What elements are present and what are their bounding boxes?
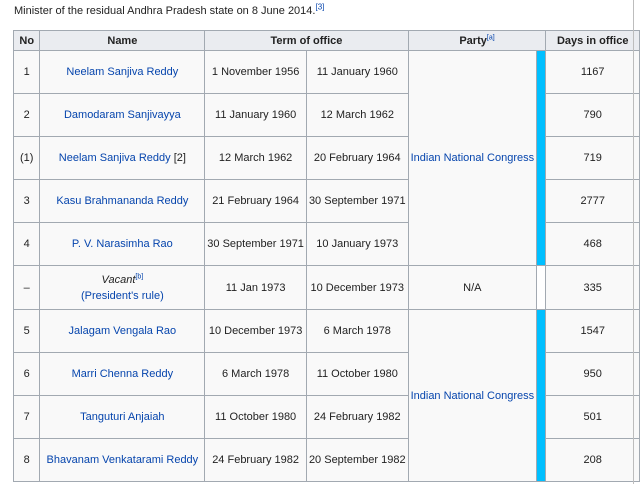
cell-name: Jalagam Vengala Rao: [39, 309, 206, 353]
cell-term-start: 1 November 1956: [204, 50, 307, 94]
table-row: 1 Neelam Sanjiva Reddy 1 November 1956 1…: [12, 50, 640, 266]
cell-no: –: [12, 265, 41, 310]
table-row: 4 P. V. Narasimha Rao 30 September 1971 …: [12, 222, 640, 266]
presidents-rule-link[interactable]: (President's rule): [81, 290, 164, 302]
table-row: (1) Neelam Sanjiva Reddy [2] 12 March 19…: [12, 136, 640, 180]
cell-no: 1: [12, 50, 41, 94]
cell-term-end: 20 September 1982: [305, 438, 409, 482]
cell-name: Vacant[b] (President's rule): [39, 265, 206, 310]
party-color-bar-na: [536, 265, 547, 310]
table-row: 3 Kasu Brahmananda Reddy 21 February 196…: [12, 179, 640, 223]
party-link-inc[interactable]: Indian National Congress: [411, 152, 535, 164]
vacant-label: Vacant[b]: [42, 272, 202, 288]
cell-days: 208: [545, 438, 640, 482]
table-row: 5 Jalagam Vengala Rao 10 December 1973 6…: [12, 309, 640, 482]
cell-term-start: 30 September 1971: [204, 222, 307, 266]
cell-days: 719: [545, 136, 640, 180]
cm-name-link[interactable]: Tanguturi Anjaiah: [80, 411, 164, 423]
intro-ref-link[interactable]: [3]: [315, 2, 324, 11]
table-row: 2 Damodaram Sanjivayya 11 January 1960 1…: [12, 93, 640, 137]
cell-term-end: 20 February 1964: [305, 136, 409, 180]
header-days: Days in office: [545, 30, 640, 51]
cell-name: Bhavanam Venkatarami Reddy: [39, 438, 206, 482]
cell-term-end: 11 October 1980: [305, 352, 409, 396]
cm-name-link[interactable]: Neelam Sanjiva Reddy: [66, 66, 178, 78]
cell-name: Damodaram Sanjivayya: [39, 93, 206, 137]
cm-name-link[interactable]: Kasu Brahmananda Reddy: [56, 195, 188, 207]
page: Minister of the residual Andhra Pradesh …: [0, 0, 640, 484]
header-party-label: Party: [459, 34, 487, 47]
cell-term-end: 10 December 1973: [305, 265, 409, 310]
chief-ministers-table: No Name Term of office Party[a] Days in …: [12, 30, 640, 482]
cell-name: P. V. Narasimha Rao: [39, 222, 206, 266]
party-note-ref-link[interactable]: [a]: [487, 34, 495, 41]
cell-days: 335: [545, 265, 640, 310]
cm-name-link[interactable]: P. V. Narasimha Rao: [72, 238, 173, 250]
cell-no: 4: [12, 222, 41, 266]
table-row: 6 Marri Chenna Reddy 6 March 1978 11 Oct…: [12, 352, 640, 396]
table-row: 7 Tanguturi Anjaiah 11 October 1980 24 F…: [12, 395, 640, 439]
cell-days: 2777: [545, 179, 640, 223]
cell-name: Neelam Sanjiva Reddy [2]: [39, 136, 206, 180]
cell-term-end: 30 September 1971: [305, 179, 409, 223]
cell-days: 1167: [545, 50, 640, 94]
cell-no: 3: [12, 179, 41, 223]
presidents-rule-label: (President's rule): [42, 288, 202, 304]
intro-text: Minister of the residual Andhra Pradesh …: [14, 2, 324, 18]
cell-term-start: 24 February 1982: [204, 438, 307, 482]
party-color-bar: [536, 50, 547, 266]
cell-no: 6: [12, 352, 41, 396]
cell-no: 5: [12, 309, 41, 353]
party-color-bar: [536, 309, 547, 482]
cell-days: 950: [545, 352, 640, 396]
cell-days: 790: [545, 93, 640, 137]
cm-name-link[interactable]: Marri Chenna Reddy: [72, 368, 174, 380]
table-row: – Vacant[b] (President's rule) 11 Jan 19…: [12, 265, 640, 310]
cell-term-end: 12 March 1962: [305, 93, 409, 137]
cm-term-count: [2]: [170, 152, 186, 164]
cm-name-link[interactable]: Bhavanam Venkatarami Reddy: [47, 454, 199, 466]
cell-name: Kasu Brahmananda Reddy: [39, 179, 206, 223]
table-row: 8 Bhavanam Venkatarami Reddy 24 February…: [12, 438, 640, 482]
cell-term-start: 11 October 1980: [204, 395, 307, 439]
intro-sentence: Minister of the residual Andhra Pradesh …: [14, 5, 316, 17]
cell-term-start: 10 December 1973: [204, 309, 307, 353]
header-party: Party[a]: [407, 30, 547, 51]
cell-no: 7: [12, 395, 41, 439]
cell-term-end: 6 March 1978: [305, 309, 409, 353]
cell-term-end: 10 January 1973: [305, 222, 409, 266]
cell-no: (1): [12, 136, 41, 180]
cell-term-end: 11 January 1960: [305, 50, 409, 94]
header-no: No: [12, 30, 41, 51]
cell-days: 501: [545, 395, 640, 439]
cell-party: Indian National Congress: [407, 309, 538, 482]
cell-no: 2: [12, 93, 41, 137]
cell-term-start: 11 Jan 1973: [204, 265, 307, 310]
cell-days: 468: [545, 222, 640, 266]
cell-name: Neelam Sanjiva Reddy: [39, 50, 206, 94]
cell-term-start: 6 March 1978: [204, 352, 307, 396]
party-link-inc[interactable]: Indian National Congress: [411, 390, 535, 402]
cm-name-link[interactable]: Neelam Sanjiva Reddy: [59, 152, 171, 164]
cell-term-end: 24 February 1982: [305, 395, 409, 439]
header-term: Term of office: [204, 30, 409, 51]
cell-name: Marri Chenna Reddy: [39, 352, 206, 396]
cell-days: 1547: [545, 309, 640, 353]
cm-name-link[interactable]: Jalagam Vengala Rao: [69, 325, 177, 337]
cell-term-start: 21 February 1964: [204, 179, 307, 223]
cell-no: 8: [12, 438, 41, 482]
cell-party-na: N/A: [407, 265, 538, 310]
header-name: Name: [39, 30, 206, 51]
cell-term-start: 11 January 1960: [204, 93, 307, 137]
vacant-text: Vacant: [101, 273, 136, 286]
cell-party: Indian National Congress: [407, 50, 538, 266]
cell-term-start: 12 March 1962: [204, 136, 307, 180]
vacant-note-ref-link[interactable]: [b]: [135, 273, 143, 280]
header-row: No Name Term of office Party[a] Days in …: [12, 30, 640, 51]
cell-name: Tanguturi Anjaiah: [39, 395, 206, 439]
cm-name-link[interactable]: Damodaram Sanjivayya: [64, 109, 181, 121]
